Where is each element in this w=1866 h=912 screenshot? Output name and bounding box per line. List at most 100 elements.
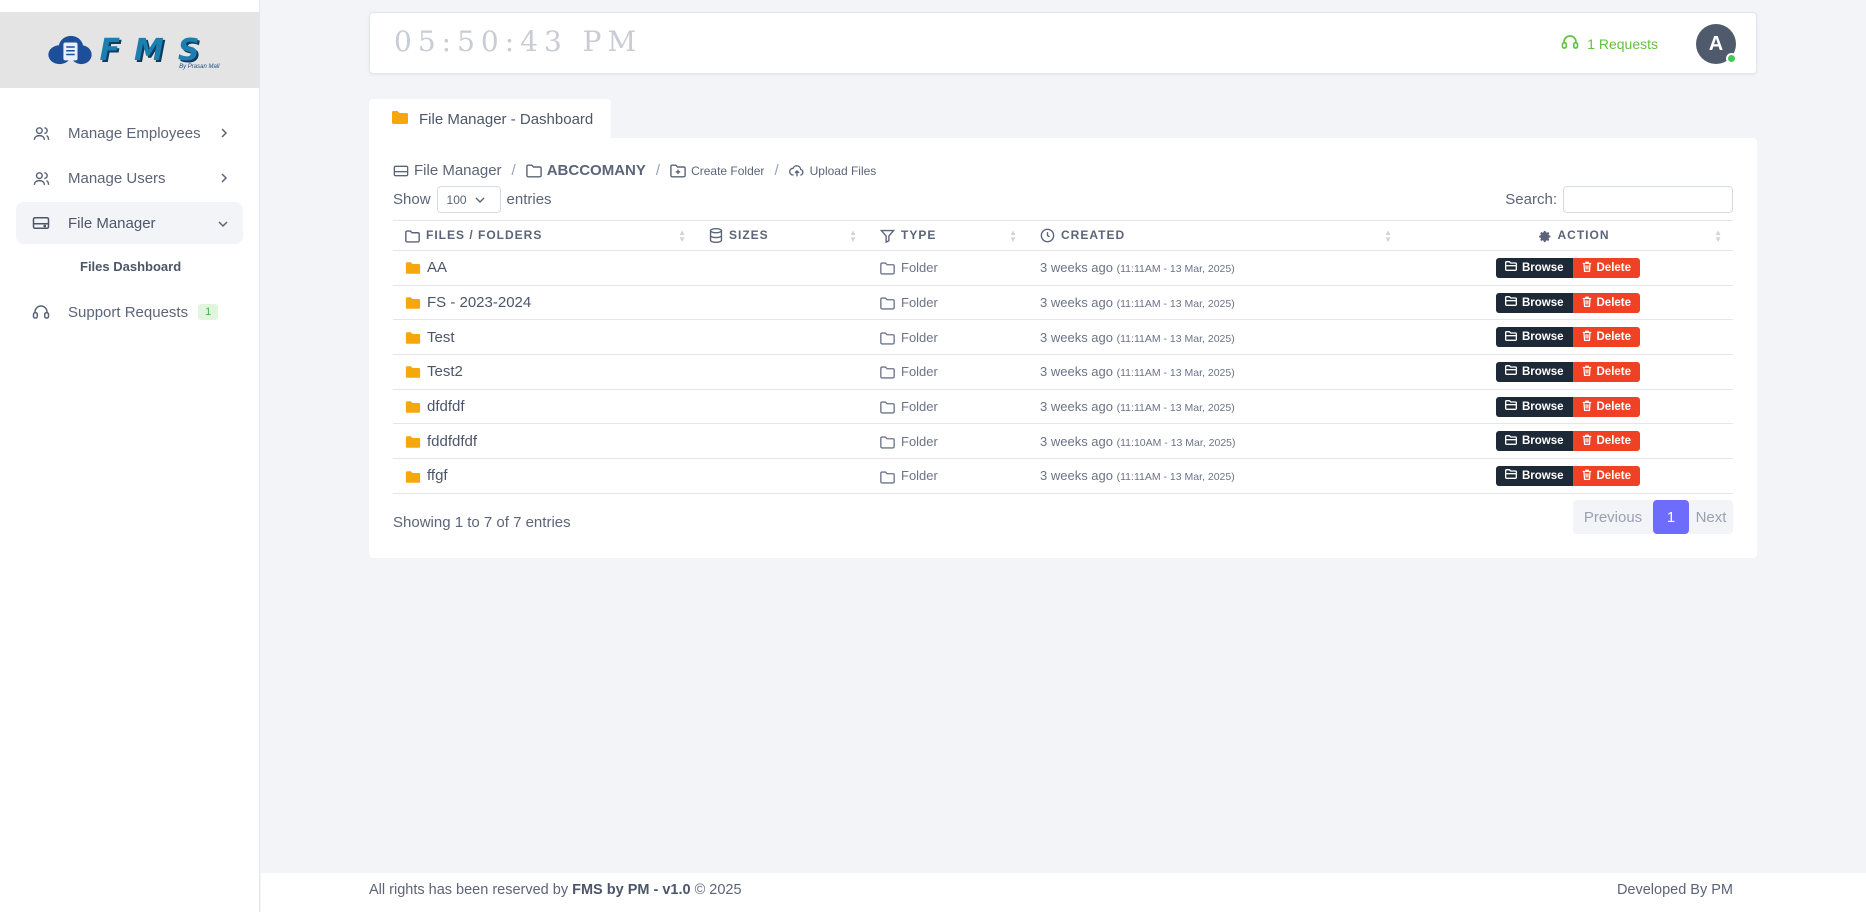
trash-icon bbox=[1582, 261, 1592, 275]
delete-button[interactable]: Delete bbox=[1572, 292, 1641, 313]
cell-type: Folder bbox=[868, 250, 1028, 286]
cell-name[interactable]: FS - 2023-2024 bbox=[393, 285, 697, 321]
browse-label: Browse bbox=[1521, 400, 1564, 413]
page-size-select[interactable]: 100 bbox=[436, 186, 501, 213]
delete-label: Delete bbox=[1596, 365, 1632, 378]
delete-button[interactable]: Delete bbox=[1572, 257, 1641, 278]
type-label: Folder bbox=[901, 295, 938, 310]
column-header-type[interactable]: Type ▲ ▼ bbox=[868, 220, 1028, 251]
avatar[interactable]: A bbox=[1696, 24, 1737, 64]
sidebar-item-file-manager[interactable]: File Manager bbox=[16, 202, 243, 244]
delete-button[interactable]: Delete bbox=[1572, 327, 1641, 348]
created-detail: (11:11AM - 13 Mar, 2025) bbox=[1116, 298, 1235, 311]
cell-name[interactable]: dfdfdf bbox=[393, 389, 697, 425]
folder-icon bbox=[405, 470, 421, 484]
browse-button[interactable]: Browse bbox=[1495, 257, 1573, 278]
cell-actions: Browse Delete bbox=[1403, 250, 1733, 286]
pagination-previous[interactable]: Previous bbox=[1573, 500, 1653, 534]
cell-size bbox=[697, 458, 868, 494]
browse-button[interactable]: Browse bbox=[1495, 431, 1573, 452]
upload-files-link[interactable]: Upload Files bbox=[810, 164, 877, 178]
sidebar-item-files-dashboard[interactable]: Files Dashboard bbox=[16, 247, 243, 285]
logo-subtext: By Prasan Mall bbox=[179, 63, 220, 70]
support-count-badge: 1 bbox=[198, 304, 219, 320]
table-row[interactable]: AA Folder 3 weeks ago (11:11AM - 13 Mar, 2… bbox=[393, 250, 1733, 286]
folder-icon bbox=[405, 331, 421, 345]
column-header-sizes[interactable]: Sizes ▲ ▼ bbox=[697, 220, 868, 251]
cell-created: 3 weeks ago (11:11AM - 13 Mar, 2025) bbox=[1028, 319, 1403, 356]
breadcrumb-root[interactable]: File Manager bbox=[414, 162, 502, 179]
column-label: Files / Folders bbox=[426, 228, 543, 243]
folder-outline-icon bbox=[525, 164, 542, 178]
chevron-down-icon bbox=[217, 216, 229, 233]
hard-drive-icon bbox=[32, 214, 50, 232]
breadcrumb-current-folder[interactable]: ABCCOMANY bbox=[547, 162, 646, 179]
create-folder-link[interactable]: Create Folder bbox=[691, 164, 764, 178]
sidebar-item-support-requests[interactable]: Support Requests 1 bbox=[16, 291, 243, 333]
folder-outline-icon bbox=[880, 332, 895, 345]
sidebar-item-manage-users[interactable]: Manage Users bbox=[16, 157, 243, 199]
folder-open-icon bbox=[1504, 434, 1517, 448]
topbar: 05:50:43 PM 1 Requests A bbox=[369, 12, 1757, 74]
breadcrumb-separator: / bbox=[511, 162, 516, 179]
file-name: Test2 bbox=[427, 363, 463, 381]
delete-button[interactable]: Delete bbox=[1572, 431, 1641, 452]
folder-open-icon bbox=[1504, 261, 1517, 274]
online-status-dot bbox=[1726, 53, 1737, 64]
browse-button[interactable]: Browse bbox=[1495, 396, 1573, 417]
tab-file-manager-dashboard[interactable]: File Manager - Dashboard bbox=[369, 99, 611, 139]
sidebar-item-manage-employees[interactable]: Manage Employees bbox=[16, 112, 243, 154]
folder-icon bbox=[405, 296, 421, 310]
column-header-created[interactable]: Created ▲ ▼ bbox=[1028, 220, 1403, 251]
delete-button[interactable]: Delete bbox=[1572, 465, 1641, 486]
users-icon bbox=[32, 124, 50, 142]
pagination-page-1[interactable]: 1 bbox=[1653, 500, 1689, 534]
type-label: Folder bbox=[901, 433, 938, 449]
browse-button[interactable]: Browse bbox=[1495, 465, 1573, 486]
folder-outline-icon bbox=[880, 470, 895, 484]
browse-button[interactable]: Browse bbox=[1495, 327, 1573, 348]
type-label: Folder bbox=[901, 329, 938, 345]
cell-name[interactable]: Test2 bbox=[393, 354, 697, 390]
sidebar-subitem-label: Files Dashboard bbox=[80, 258, 182, 274]
file-name: AA bbox=[427, 259, 448, 277]
footer-copyright: All rights has been reserved by FMS by P… bbox=[369, 882, 742, 898]
requests-label: 1 Requests bbox=[1587, 35, 1658, 52]
folder-icon bbox=[391, 110, 409, 129]
table-row[interactable]: dfdfdf Folder 3 weeks ago (11:11AM - 13 Ma… bbox=[393, 389, 1733, 425]
table-row[interactable]: ffgf Folder 3 weeks ago (11:11AM - 13 Mar,… bbox=[393, 458, 1733, 494]
footer-prefix: All rights has been reserved by bbox=[369, 882, 569, 898]
users-icon bbox=[32, 169, 50, 187]
browse-button[interactable]: Browse bbox=[1495, 361, 1573, 382]
cell-type: Folder bbox=[868, 354, 1028, 390]
cell-created: 3 weeks ago (11:11AM - 13 Mar, 2025) bbox=[1028, 250, 1403, 286]
table-row[interactable]: Test2 Folder 3 weeks ago (11:11AM - 13 Mar… bbox=[393, 354, 1733, 390]
search-input[interactable] bbox=[1563, 186, 1733, 213]
cell-name[interactable]: fddfdfdf bbox=[393, 423, 697, 460]
cell-name[interactable]: Test bbox=[393, 319, 697, 356]
cell-created: 3 weeks ago (11:11AM - 13 Mar, 2025) bbox=[1028, 285, 1403, 321]
table-row[interactable]: FS - 2023-2024 Folder 3 weeks ago (11:11AM… bbox=[393, 285, 1733, 321]
delete-button[interactable]: Delete bbox=[1572, 361, 1641, 382]
browse-label: Browse bbox=[1521, 469, 1564, 482]
folder-plus-icon bbox=[670, 164, 686, 178]
column-header-files[interactable]: Files / Folders ▲ ▼ bbox=[393, 220, 697, 251]
delete-button[interactable]: Delete bbox=[1572, 396, 1641, 417]
cell-actions: Browse Delete bbox=[1403, 458, 1733, 494]
folder-open-icon bbox=[1504, 365, 1517, 378]
folder-outline-icon bbox=[880, 297, 895, 310]
requests-link[interactable]: 1 Requests bbox=[1561, 33, 1658, 54]
sort-icon: ▲ ▼ bbox=[1714, 228, 1723, 244]
logo-area[interactable]: FMS By Prasan Mall bbox=[0, 12, 259, 88]
created-relative: 3 weeks ago bbox=[1040, 433, 1113, 449]
delete-label: Delete bbox=[1596, 469, 1632, 482]
column-header-action[interactable]: Action ▲ ▼ bbox=[1403, 220, 1733, 251]
table-row[interactable]: fddfdfdf Folder 3 weeks ago (11:10AM - 13 … bbox=[393, 423, 1733, 460]
file-name: Test bbox=[427, 328, 455, 346]
delete-label: Delete bbox=[1596, 261, 1632, 274]
cell-name[interactable]: AA bbox=[393, 250, 697, 286]
cell-name[interactable]: ffgf bbox=[393, 458, 697, 494]
pagination-next[interactable]: Next bbox=[1689, 500, 1733, 534]
table-row[interactable]: Test Folder 3 weeks ago (11:11AM - 13 Mar,… bbox=[393, 319, 1733, 356]
browse-button[interactable]: Browse bbox=[1495, 292, 1573, 313]
